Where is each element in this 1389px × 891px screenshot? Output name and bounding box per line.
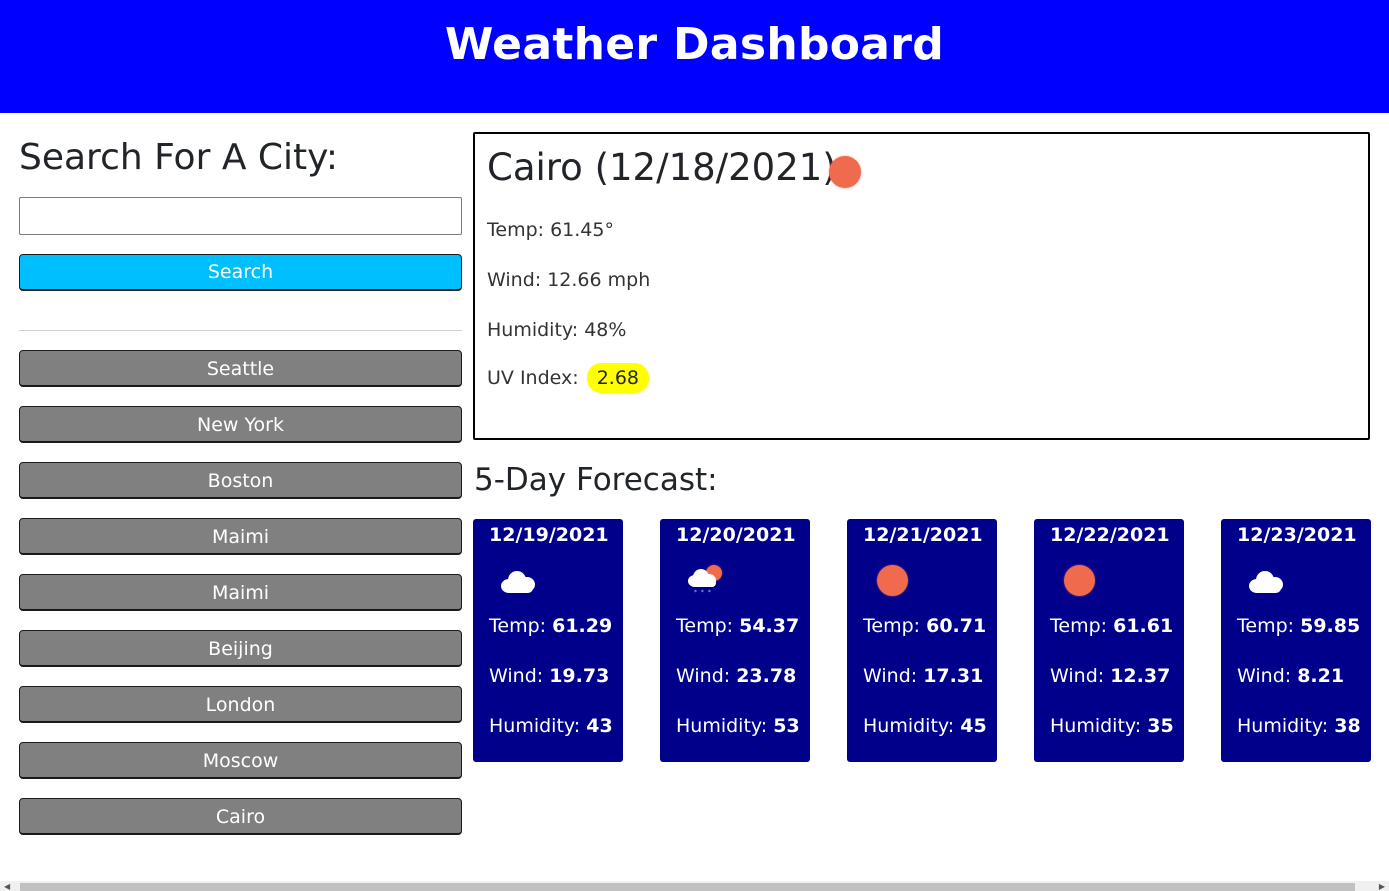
- search-history-list: Seattle New York Boston Maimi Maimi Beij…: [19, 350, 462, 854]
- forecast-temp: Temp: 54.37: [676, 615, 800, 637]
- forecast-humidity: Humidity: 35: [1050, 715, 1174, 737]
- scroll-left-arrow-icon[interactable]: ◀: [4, 882, 10, 891]
- current-uv-row: UV Index: 2.68: [487, 363, 650, 393]
- forecast-temp: Temp: 61.61: [1050, 615, 1174, 637]
- forecast-wind: Wind: 8.21: [1237, 665, 1345, 687]
- forecast-wind: Wind: 12.37: [1050, 665, 1171, 687]
- history-button-new-york[interactable]: New York: [19, 406, 462, 443]
- search-heading: Search For A City:: [19, 137, 338, 178]
- horizontal-scrollbar[interactable]: ◀ ▶: [0, 881, 1389, 891]
- sun-icon: [1060, 565, 1100, 596]
- history-button-seattle[interactable]: Seattle: [19, 350, 462, 387]
- sun-icon: [873, 565, 913, 596]
- forecast-temp: Temp: 60.71: [863, 615, 987, 637]
- sun-icon: [829, 156, 861, 188]
- forecast-heading: 5-Day Forecast:: [474, 462, 718, 498]
- forecast-humidity: Humidity: 45: [863, 715, 987, 737]
- forecast-date: 12/21/2021: [863, 524, 983, 546]
- forecast-wind: Wind: 17.31: [863, 665, 984, 687]
- current-temp: Temp: 61.45°: [487, 219, 614, 241]
- forecast-card: 12/21/2021 Temp: 60.71 Wind: 17.31 Humid…: [847, 519, 997, 762]
- forecast-date: 12/19/2021: [489, 524, 609, 546]
- forecast-card: 12/20/2021 * * * Temp: 54.37 Wind: 23.78…: [660, 519, 810, 762]
- scrollbar-thumb[interactable]: [20, 883, 1355, 891]
- forecast-humidity: Humidity: 43: [489, 715, 613, 737]
- forecast-card: 12/22/2021 Temp: 61.61 Wind: 12.37 Humid…: [1034, 519, 1184, 762]
- forecast-temp: Temp: 61.29: [489, 615, 613, 637]
- divider: [19, 330, 462, 331]
- scroll-right-arrow-icon[interactable]: ▶: [1379, 882, 1385, 891]
- forecast-card: 12/23/2021 Temp: 59.85 Wind: 8.21 Humidi…: [1221, 519, 1371, 762]
- snow-sun-icon: * * *: [686, 565, 726, 596]
- current-humidity: Humidity: 48%: [487, 319, 627, 341]
- history-button-maimi-2[interactable]: Maimi: [19, 574, 462, 611]
- uv-index-badge: 2.68: [586, 363, 650, 393]
- forecast-temp: Temp: 59.85: [1237, 615, 1361, 637]
- page-header: Weather Dashboard: [0, 0, 1389, 113]
- forecast-date: 12/23/2021: [1237, 524, 1357, 546]
- forecast-card: 12/19/2021 Temp: 61.29 Wind: 19.73 Humid…: [473, 519, 623, 762]
- history-button-maimi[interactable]: Maimi: [19, 518, 462, 555]
- page-title: Weather Dashboard: [444, 19, 945, 70]
- forecast-date: 12/20/2021: [676, 524, 796, 546]
- forecast-date: 12/22/2021: [1050, 524, 1170, 546]
- forecast-humidity: Humidity: 38: [1237, 715, 1361, 737]
- cloud-icon: [1247, 565, 1287, 595]
- forecast-wind: Wind: 19.73: [489, 665, 610, 687]
- forecast-wind: Wind: 23.78: [676, 665, 797, 687]
- city-search-input[interactable]: [19, 197, 462, 235]
- forecast-humidity: Humidity: 53: [676, 715, 800, 737]
- current-weather-card: Cairo (12/18/2021) Temp: 61.45° Wind: 12…: [473, 132, 1370, 440]
- uv-label: UV Index:: [487, 367, 579, 389]
- history-button-boston[interactable]: Boston: [19, 462, 462, 499]
- current-wind: Wind: 12.66 mph: [487, 269, 651, 291]
- current-city-title: Cairo (12/18/2021): [487, 146, 837, 189]
- history-button-beijing[interactable]: Beijing: [19, 630, 462, 667]
- history-button-cairo[interactable]: Cairo: [19, 798, 462, 835]
- history-button-london[interactable]: London: [19, 686, 462, 723]
- history-button-moscow[interactable]: Moscow: [19, 742, 462, 779]
- search-button[interactable]: Search: [19, 254, 462, 291]
- cloud-icon: [499, 565, 539, 595]
